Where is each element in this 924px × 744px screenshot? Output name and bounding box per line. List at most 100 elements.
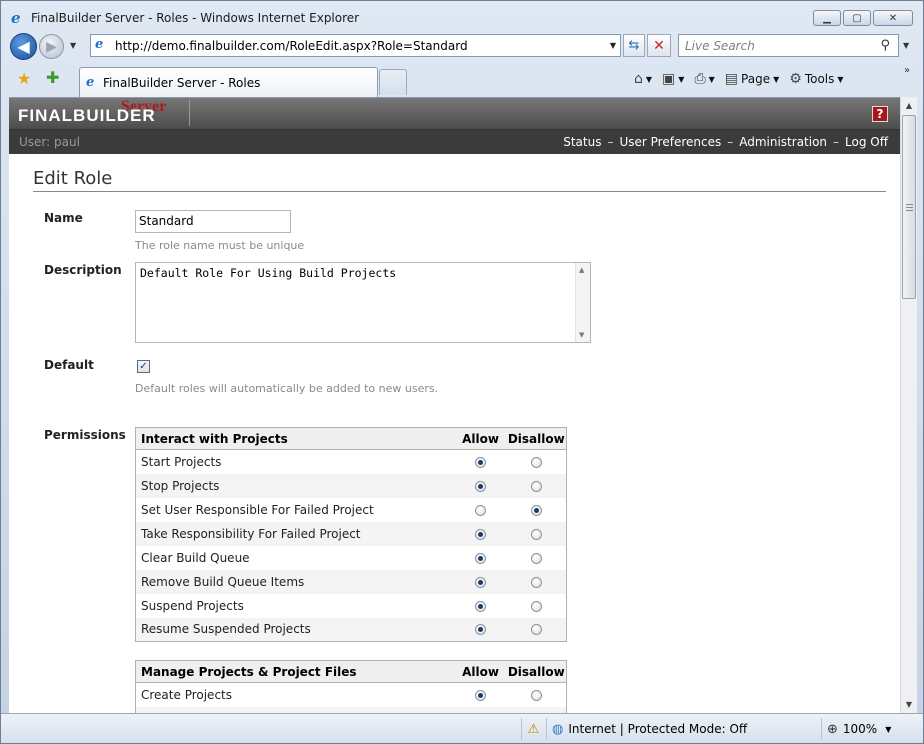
nav-administration[interactable]: Administration (739, 135, 827, 149)
permission-label: Remove Build Queue Items (135, 569, 455, 594)
nav-user-preferences[interactable]: User Preferences (619, 135, 721, 149)
tab-finalbuilder-roles[interactable]: e FinalBuilder Server - Roles (79, 67, 378, 97)
tab-page-icon: e (86, 75, 95, 90)
allow-radio[interactable] (475, 552, 486, 564)
table-row: Suspend Projects (136, 594, 567, 618)
printer-icon: ⎙ (694, 71, 706, 87)
close-window-button[interactable]: ✕ (873, 10, 913, 26)
warning-icon: ⚠ (527, 721, 540, 737)
tools-menu[interactable]: ⚙ Tools ▼ (786, 69, 846, 89)
feeds-button[interactable]: ▣ ▼ (659, 69, 687, 89)
globe-icon: ◍ (552, 721, 564, 737)
disallow-radio[interactable] (530, 576, 542, 588)
home-button[interactable]: ⌂ ▼ (631, 69, 655, 89)
scroll-down-icon[interactable]: ▼ (901, 696, 917, 713)
forward-button[interactable]: ▶ (39, 34, 64, 59)
back-button[interactable]: ◀ (10, 33, 37, 60)
add-favorite-icon[interactable]: ✚ (46, 68, 59, 87)
url-field[interactable]: e http://demo.finalbuilder.com/RoleEdit.… (90, 34, 621, 57)
zone-text: Internet | Protected Mode: Off (568, 722, 748, 736)
new-tab-button[interactable] (379, 69, 407, 95)
scroll-thumb[interactable] (902, 115, 916, 299)
brand-divider (189, 100, 190, 126)
disallow-radio[interactable] (530, 528, 542, 540)
allow-radio[interactable] (475, 689, 486, 701)
checkmark-icon: ✓ (139, 361, 148, 372)
allow-radio[interactable] (475, 456, 486, 468)
scroll-up-icon[interactable]: ▲ (901, 97, 917, 114)
brand-logo[interactable]: FINALBUILDER (18, 106, 156, 126)
rss-icon: ▣ (662, 71, 676, 87)
help-icon[interactable]: ? (872, 106, 888, 122)
disallow-header: Disallow (506, 427, 567, 450)
search-icon[interactable]: ⚲ (880, 38, 890, 53)
address-bar: ◀ ▶ ▼ e http://demo.finalbuilder.com/Rol… (1, 31, 923, 61)
allow-radio[interactable] (475, 624, 486, 636)
table-row: Clear Build Queue (136, 546, 567, 570)
textarea-scroll-up-icon[interactable]: ▲ (579, 266, 584, 274)
zoom-icon: ⊕ (827, 721, 838, 737)
disallow-radio[interactable] (530, 624, 542, 636)
title-bar: e FinalBuilder Server - Roles - Windows … (1, 1, 923, 31)
allow-header: Allow (454, 660, 507, 683)
table-row: Stop Projects (135, 473, 567, 498)
allow-radio[interactable] (475, 600, 486, 612)
description-text: Default Role For Using Build Projects (140, 266, 397, 280)
disallow-radio[interactable] (530, 600, 542, 612)
allow-radio[interactable] (475, 528, 486, 540)
title-divider (33, 191, 886, 192)
nav-log-off[interactable]: Log Off (845, 135, 888, 149)
textarea-scrollbar[interactable]: ▲ ▼ (575, 263, 590, 342)
table-row: Resume Suspended Projects (135, 617, 567, 642)
permission-label: Clear Build Queue (141, 550, 250, 565)
table-row: Set User Responsible For Failed Project (136, 498, 567, 522)
zone-cell[interactable]: ◍ Internet | Protected Mode: Off (546, 718, 816, 740)
maximize-button[interactable]: ▢ (843, 10, 871, 26)
disallow-radio[interactable] (530, 689, 542, 701)
security-warning-cell[interactable]: ⚠ (521, 718, 545, 740)
disallow-radio[interactable] (530, 480, 542, 492)
nav-separator: – (607, 135, 614, 149)
nav-separator: – (727, 135, 734, 149)
disallow-radio[interactable] (530, 552, 542, 564)
zoom-cell[interactable]: ⊕ 100% ▼ (821, 718, 917, 740)
page-title: Edit Role (33, 168, 113, 189)
allow-radio[interactable] (475, 504, 486, 516)
url-text: http://demo.finalbuilder.com/RoleEdit.as… (115, 39, 468, 53)
table-row: Start Projects (136, 450, 567, 474)
print-button[interactable]: ⎙ ▼ (691, 69, 717, 89)
permissions-header-row: Interact with Projects Allow Disallow (135, 427, 567, 450)
zoom-dropdown-icon[interactable]: ▼ (885, 725, 891, 734)
description-textarea[interactable]: Default Role For Using Build Projects ▲ … (135, 262, 591, 343)
page-icon: e (95, 37, 104, 52)
permissions-table-interact: Interact with Projects Allow Disallow St… (135, 427, 567, 642)
page-scrollbar[interactable]: ▲ ▼ (900, 97, 917, 713)
app-header: Server FINALBUILDER ? (9, 98, 900, 130)
default-checkbox[interactable]: ✓ (137, 360, 150, 373)
nav-status[interactable]: Status (563, 135, 601, 149)
search-input[interactable]: Live Search ⚲ (678, 34, 899, 57)
ie-logo-icon: e (11, 9, 21, 27)
role-name-input[interactable]: Standard (135, 210, 291, 233)
chevron-more-icon[interactable]: » (904, 65, 910, 76)
favorites-star-icon[interactable]: ★ (17, 69, 31, 88)
disallow-header: Disallow (506, 660, 567, 683)
history-dropdown-icon[interactable]: ▼ (70, 41, 76, 50)
permissions-label: Permissions (44, 428, 126, 442)
textarea-scroll-down-icon[interactable]: ▼ (579, 331, 584, 339)
status-bar: ⚠ ◍ Internet | Protected Mode: Off ⊕ 100… (1, 713, 923, 743)
allow-radio[interactable] (475, 480, 486, 492)
description-label: Description (44, 263, 122, 277)
minimize-button[interactable]: ▁ (813, 10, 841, 26)
page-menu[interactable]: ▤ Page ▼ (722, 69, 782, 89)
stop-button[interactable]: ✕ (647, 34, 671, 57)
disallow-radio[interactable] (530, 504, 542, 516)
search-dropdown-icon[interactable]: ▼ (903, 41, 909, 50)
home-icon: ⌂ (634, 71, 643, 87)
disallow-radio[interactable] (530, 456, 542, 468)
default-hint: Default roles will automatically be adde… (135, 382, 439, 395)
refresh-button[interactable]: ⇆ (623, 34, 645, 57)
url-dropdown-icon[interactable]: ▼ (610, 41, 616, 50)
allow-radio[interactable] (475, 576, 486, 588)
grip-icon (906, 204, 913, 211)
